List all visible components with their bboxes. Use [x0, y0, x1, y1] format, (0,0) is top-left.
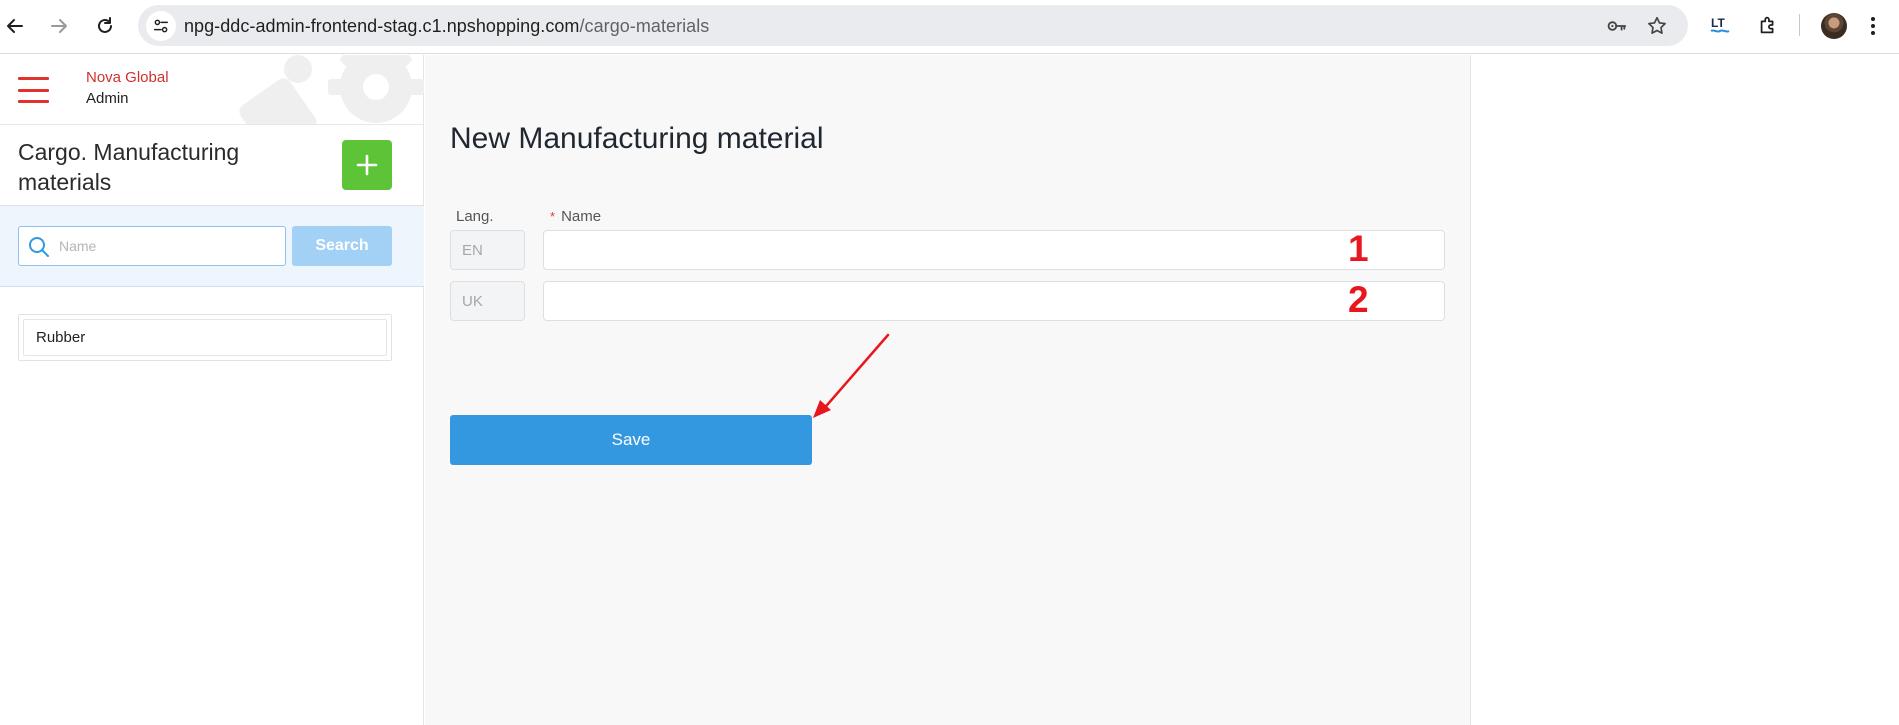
lang-column-label: Lang.: [456, 208, 494, 225]
form-title: New Manufacturing material: [450, 122, 824, 155]
languagetool-extension-icon[interactable]: LT: [1707, 12, 1733, 38]
list-item[interactable]: Rubber: [23, 319, 387, 356]
main-content: New Manufacturing material Lang. * Name E…: [425, 55, 1470, 725]
plus-icon: [356, 154, 378, 176]
sidebar: Nova Global Admin Cargo. Manufacturing m…: [0, 55, 424, 725]
search-box[interactable]: [18, 226, 286, 266]
bookmark-star-icon[interactable]: [1646, 15, 1668, 37]
name-column-label: * Name: [550, 208, 601, 225]
gear-watermark-icon: [239, 55, 424, 124]
annotation-number-1: 1: [1348, 228, 1369, 269]
search-input[interactable]: [59, 227, 279, 265]
browser-toolbar: npg-ddc-admin-frontend-stag.c1.npshoppin…: [0, 0, 1899, 54]
save-button[interactable]: Save: [450, 415, 812, 465]
browser-menu-button[interactable]: [1868, 14, 1878, 38]
forward-arrow-icon: [51, 19, 67, 33]
section-header: Cargo. Manufacturing materials: [0, 125, 424, 206]
name-field-en[interactable]: [543, 230, 1445, 270]
add-material-button[interactable]: [342, 140, 392, 190]
password-key-icon[interactable]: [1606, 15, 1628, 37]
extension-lt-label: LT: [1711, 16, 1725, 30]
search-icon: [29, 237, 49, 257]
annotation-number-2: 2: [1348, 279, 1369, 320]
tune-icon: [153, 19, 169, 33]
brand-header: Nova Global Admin: [0, 55, 424, 125]
name-label-text: Name: [561, 208, 602, 225]
back-arrow-icon: [7, 19, 23, 33]
brand-name: Nova Global: [86, 69, 169, 86]
brand-subtitle: Admin: [86, 90, 129, 107]
toolbar-divider: [1799, 14, 1800, 36]
url-path: /cargo-materials: [579, 16, 710, 36]
reload-button[interactable]: [90, 11, 120, 41]
forward-button[interactable]: [44, 11, 74, 41]
profile-avatar[interactable]: [1821, 13, 1847, 39]
right-panel: [1470, 55, 1899, 725]
site-info-button[interactable]: [146, 11, 176, 41]
section-title: Cargo. Manufacturing materials: [18, 139, 240, 195]
materials-list: Rubber: [18, 314, 392, 361]
address-bar[interactable]: npg-ddc-admin-frontend-stag.c1.npshoppin…: [138, 5, 1688, 46]
name-field-uk[interactable]: [543, 281, 1445, 321]
back-button[interactable]: [0, 11, 30, 41]
hamburger-menu-icon[interactable]: [18, 77, 49, 103]
url-text[interactable]: npg-ddc-admin-frontend-stag.c1.npshoppin…: [184, 16, 709, 37]
lang-badge-en: EN: [450, 230, 525, 270]
search-panel: Search: [0, 206, 424, 287]
reload-icon: [98, 17, 112, 33]
required-asterisk: *: [550, 209, 556, 224]
lang-badge-uk: UK: [450, 281, 525, 321]
extensions-puzzle-icon[interactable]: [1755, 12, 1781, 38]
url-host: npg-ddc-admin-frontend-stag.c1.npshoppin…: [184, 16, 580, 36]
search-button[interactable]: Search: [292, 226, 392, 266]
